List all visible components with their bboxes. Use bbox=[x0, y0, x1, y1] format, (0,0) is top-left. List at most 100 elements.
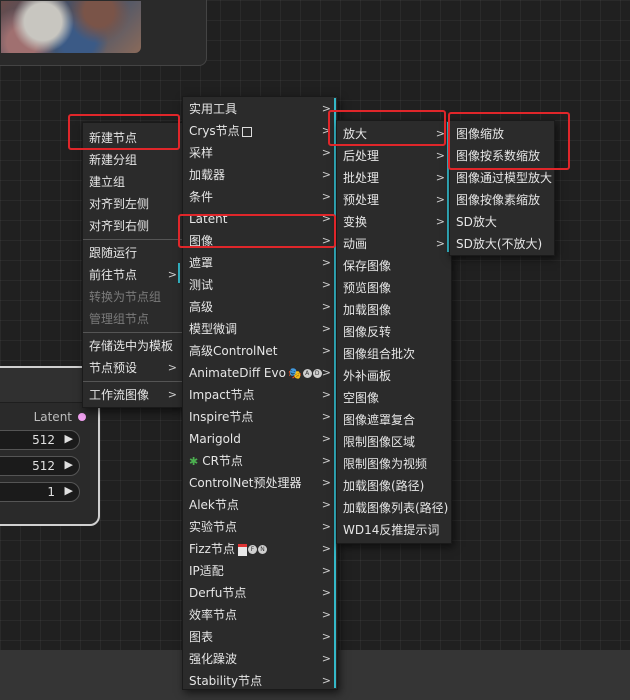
menu-item-upscale-with-model[interactable]: 图像通过模型放大 bbox=[450, 167, 554, 189]
menu-item-batch[interactable]: 批处理 > bbox=[337, 167, 451, 189]
menu-separator bbox=[83, 332, 183, 333]
batch-input[interactable]: 1 ▶ bbox=[0, 482, 80, 502]
menu-item-pad-outpaint[interactable]: 外补画板 bbox=[337, 365, 451, 387]
preview-image bbox=[1, 1, 141, 53]
menu-item-invert-image[interactable]: 图像反转 bbox=[337, 321, 451, 343]
submenu-arrow-icon: > bbox=[321, 146, 331, 159]
menu-item-save-image[interactable]: 保存图像 bbox=[337, 255, 451, 277]
menu-item-efficiency[interactable]: 效率节点 > bbox=[183, 604, 337, 626]
menu-item-label: 图表 bbox=[189, 630, 214, 644]
menu-item-ip-adapter[interactable]: IP适配 > bbox=[183, 560, 337, 582]
menu-item-model-finetune[interactable]: 模型微调 > bbox=[183, 318, 337, 340]
submenu-arrow-icon: > bbox=[321, 168, 331, 181]
menu-item-marigold[interactable]: Marigold > bbox=[183, 428, 337, 450]
menu-item-label: 外补画板 bbox=[343, 369, 392, 383]
menu-item-label: SD放大 bbox=[456, 215, 497, 229]
menu-item-advanced[interactable]: 高级 > bbox=[183, 296, 337, 318]
menu-item-align-right[interactable]: 对齐到右侧 bbox=[83, 215, 183, 237]
menu-item-node-presets[interactable]: 节点预设 > bbox=[83, 357, 183, 379]
menu-item-noise[interactable]: 强化躁波 > bbox=[183, 648, 337, 670]
menu-item-image-batch[interactable]: 图像组合批次 bbox=[337, 343, 451, 365]
menu-item-test[interactable]: 测试 > bbox=[183, 274, 337, 296]
menu-item-experimental[interactable]: 实验节点 > bbox=[183, 516, 337, 538]
increment-arrow-icon[interactable]: ▶ bbox=[65, 484, 73, 497]
menu-item-cr[interactable]: ✱ CR节点 > bbox=[183, 450, 337, 472]
menu-item-image-scale-to-pixels[interactable]: 图像按像素缩放 bbox=[450, 189, 554, 211]
menu-item-animation[interactable]: 动画 > bbox=[337, 233, 451, 255]
menu-item-mask[interactable]: 遮罩 > bbox=[183, 252, 337, 274]
menu-item-preview-image[interactable]: 预览图像 bbox=[337, 277, 451, 299]
menu-item-limit-image-video[interactable]: 限制图像为视频 bbox=[337, 453, 451, 475]
menu-item-loaders[interactable]: 加载器 > bbox=[183, 164, 337, 186]
menu-item-conditioning[interactable]: 条件 > bbox=[183, 186, 337, 208]
height-value: 512 bbox=[32, 459, 55, 473]
menu-item-align-left[interactable]: 对齐到左侧 bbox=[83, 193, 183, 215]
menu-separator bbox=[83, 381, 183, 382]
menu-item-sampling[interactable]: 采样 > bbox=[183, 142, 337, 164]
submenu-arrow-icon: > bbox=[321, 256, 331, 269]
menu-item-follow-run[interactable]: 跟随运行 bbox=[83, 242, 183, 264]
menu-item-save-template[interactable]: 存储选中为模板 bbox=[83, 335, 183, 357]
submenu-arrow-icon: > bbox=[435, 193, 445, 206]
menu-item-label: 测试 bbox=[189, 278, 214, 292]
menu-item-label: 建立组 bbox=[89, 175, 126, 189]
menu-item-impact[interactable]: Impact节点 > bbox=[183, 384, 337, 406]
increment-arrow-icon[interactable]: ▶ bbox=[65, 432, 73, 445]
menu-item-new-node[interactable]: 新建节点 bbox=[83, 127, 183, 149]
menu-item-image-scale-by[interactable]: 图像按系数缩放 bbox=[450, 145, 554, 167]
menu-item-label: 图像遮罩复合 bbox=[343, 413, 416, 427]
menu-item-fizz[interactable]: Fizz节点 F N > bbox=[183, 538, 337, 560]
increment-arrow-icon[interactable]: ▶ bbox=[65, 458, 73, 471]
menu-item-load-image[interactable]: 加载图像 bbox=[337, 299, 451, 321]
menu-item-transform[interactable]: 变换 > bbox=[337, 211, 451, 233]
menu-item-label: 前往节点 bbox=[89, 268, 138, 282]
menu-item-image-scale[interactable]: 图像缩放 bbox=[450, 123, 554, 145]
menu-item-load-image-list-path[interactable]: 加载图像列表(路径) bbox=[337, 497, 451, 519]
menu-item-wd14-tagger[interactable]: WD14反推提示词 bbox=[337, 519, 451, 541]
menu-item-controlnet-preprocessor[interactable]: ControlNet预处理器 > bbox=[183, 472, 337, 494]
menu-item-preprocess[interactable]: 预处理 > bbox=[337, 189, 451, 211]
menu-item-label: 新建节点 bbox=[89, 131, 138, 145]
menu-item-charts[interactable]: 图表 > bbox=[183, 626, 337, 648]
latent-output-dot[interactable] bbox=[78, 413, 86, 421]
menu-item-advanced-controlnet[interactable]: 高级ControlNet > bbox=[183, 340, 337, 362]
submenu-arrow-icon: > bbox=[321, 322, 331, 335]
menu-item-workflow-image[interactable]: 工作流图像 > bbox=[83, 384, 183, 406]
image-preview-node[interactable] bbox=[0, 0, 207, 66]
submenu-arrow-icon: > bbox=[435, 171, 445, 184]
menu-item-new-group[interactable]: 新建分组 bbox=[83, 149, 183, 171]
submenu-arrow-icon: > bbox=[321, 278, 331, 291]
submenu-arrow-icon: > bbox=[321, 476, 331, 489]
menu-item-limit-image-region[interactable]: 限制图像区域 bbox=[337, 431, 451, 453]
menu-item-label: 图像组合批次 bbox=[343, 347, 416, 361]
menu-item-sd-upscale-no-upscale[interactable]: SD放大(不放大) bbox=[450, 233, 554, 255]
menu-item-goto-node[interactable]: 前往节点 > bbox=[83, 264, 183, 286]
menu-item-label: 条件 bbox=[189, 190, 214, 204]
width-input[interactable]: 512 ▶ bbox=[0, 430, 80, 450]
image-submenu: 放大 > 后处理 > 批处理 > 预处理 > 变换 > 动画 > 保存图像 预览图像 加载图… bbox=[336, 120, 452, 544]
menu-item-upscale[interactable]: 放大 > bbox=[337, 123, 451, 145]
menu-item-alek[interactable]: Alek节点 > bbox=[183, 494, 337, 516]
menu-item-stability[interactable]: Stability节点 > bbox=[183, 670, 337, 692]
menu-item-animatediff[interactable]: AnimateDiff Evo 🎭 A D > bbox=[183, 362, 337, 384]
menu-item-crys[interactable]: Crys节点 > bbox=[183, 120, 337, 142]
menu-item-derfu[interactable]: Derfu节点 > bbox=[183, 582, 337, 604]
menu-item-postprocess[interactable]: 后处理 > bbox=[337, 145, 451, 167]
submenu-arrow-icon: > bbox=[321, 344, 331, 357]
menu-item-latent[interactable]: Latent > bbox=[183, 208, 337, 230]
menu-item-label: 后处理 bbox=[343, 149, 380, 163]
menu-item-load-image-path[interactable]: 加载图像(路径) bbox=[337, 475, 451, 497]
menu-item-label: 保存图像 bbox=[343, 259, 392, 273]
menu-item-label: 预览图像 bbox=[343, 281, 392, 295]
menu-item-utilities[interactable]: 实用工具 > bbox=[183, 98, 337, 120]
menu-item-inspire[interactable]: Inspire节点 > bbox=[183, 406, 337, 428]
height-input[interactable]: 512 ▶ bbox=[0, 456, 80, 476]
menu-item-label: 图像缩放 bbox=[456, 127, 505, 141]
menu-item-build-group[interactable]: 建立组 bbox=[83, 171, 183, 193]
menu-item-label: 强化躁波 bbox=[189, 652, 238, 666]
menu-item-image-composite-masked[interactable]: 图像遮罩复合 bbox=[337, 409, 451, 431]
menu-item-image[interactable]: 图像 > bbox=[183, 230, 337, 252]
menu-item-sd-upscale[interactable]: SD放大 bbox=[450, 211, 554, 233]
menu-item-empty-image[interactable]: 空图像 bbox=[337, 387, 451, 409]
menu-item-label: Inspire节点 bbox=[189, 410, 254, 424]
